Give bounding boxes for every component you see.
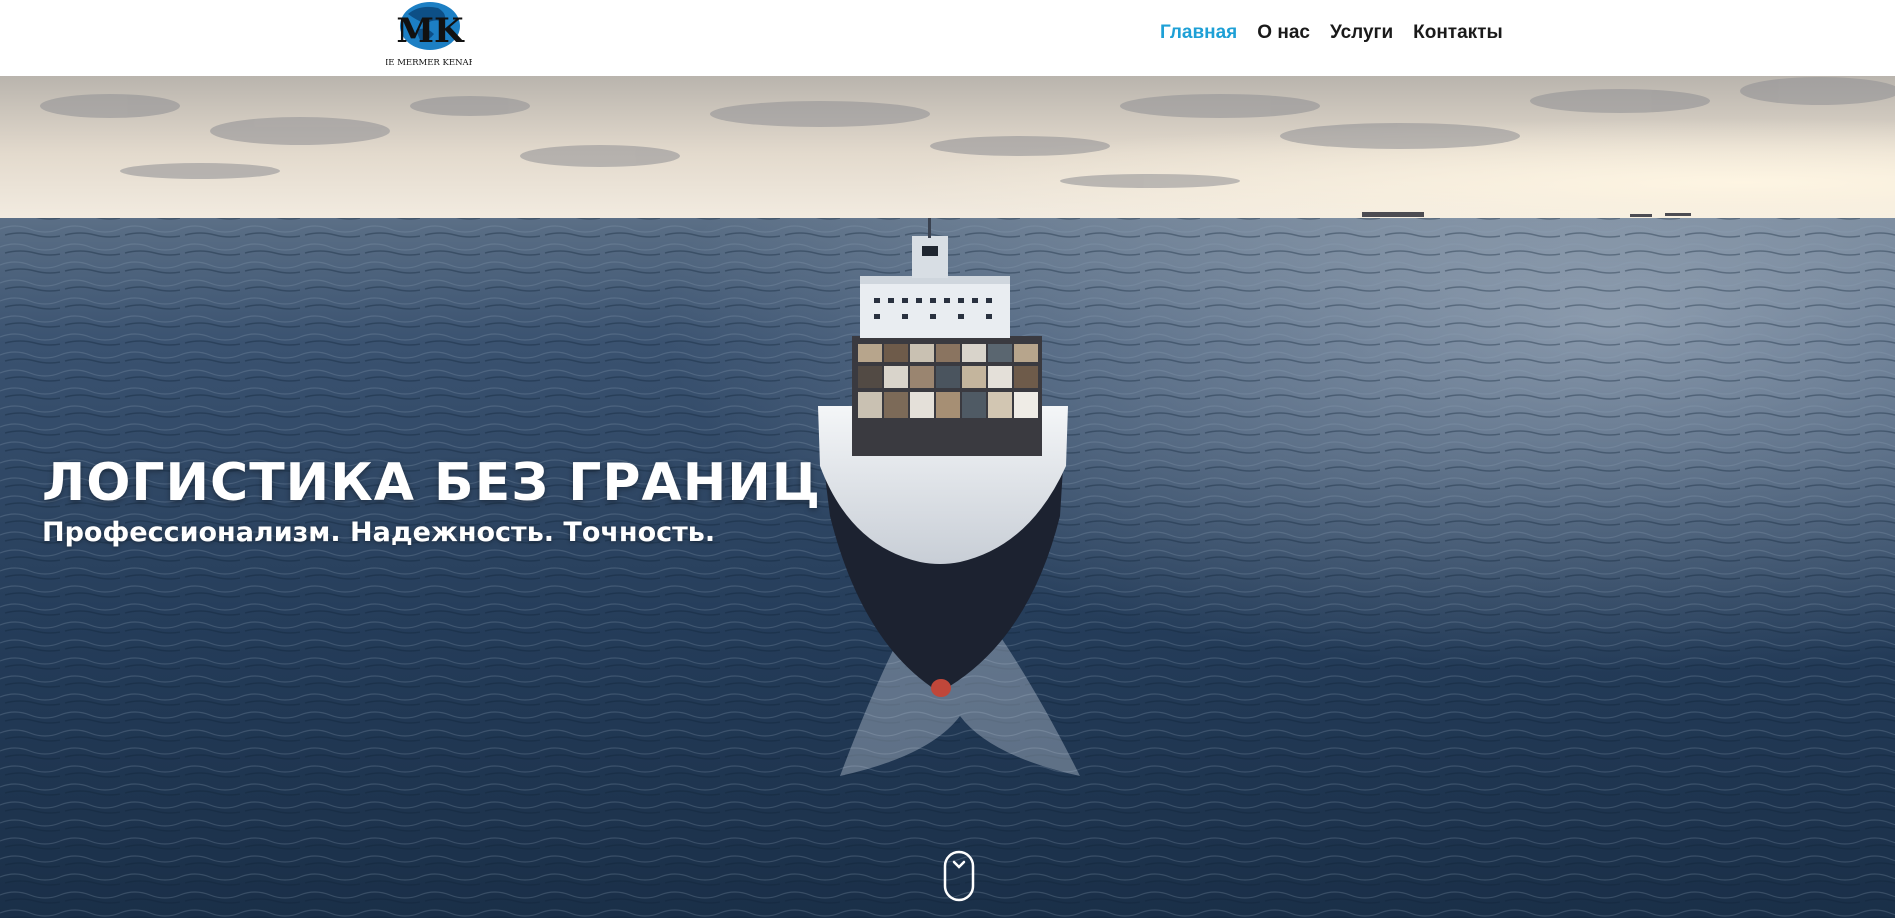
nav-item-about[interactable]: О нас [1257,22,1310,44]
logo-icon: MK IE MERMER KENAR [385,2,476,68]
logo-caption: IE MERMER KENAR [386,58,472,68]
logo[interactable]: MK IE MERMER KENAR [385,0,476,70]
nav-item-home[interactable]: Главная [1160,22,1237,44]
nav-item-services[interactable]: Услуги [1330,22,1393,44]
mouse-scroll-icon[interactable] [943,850,975,902]
svg-text:MK: MK [396,11,465,51]
hero-text-block: ЛОГИСТИКА БЕЗ ГРАНИЦ Профессионализм. На… [42,453,821,548]
site-header: MK IE MERMER KENAR Главная О нас Услуги … [0,0,1895,76]
main-nav: Главная О нас Услуги Контакты [1160,22,1503,44]
hero-section: ЛОГИСТИКА БЕЗ ГРАНИЦ Профессионализм. На… [0,76,1895,918]
decorative-accent-icon [1372,0,1436,2]
nav-item-contacts[interactable]: Контакты [1413,22,1503,44]
hero-title: ЛОГИСТИКА БЕЗ ГРАНИЦ [42,453,822,513]
hero-subtitle: Профессионализм. Надежность. Точность. [42,517,716,548]
